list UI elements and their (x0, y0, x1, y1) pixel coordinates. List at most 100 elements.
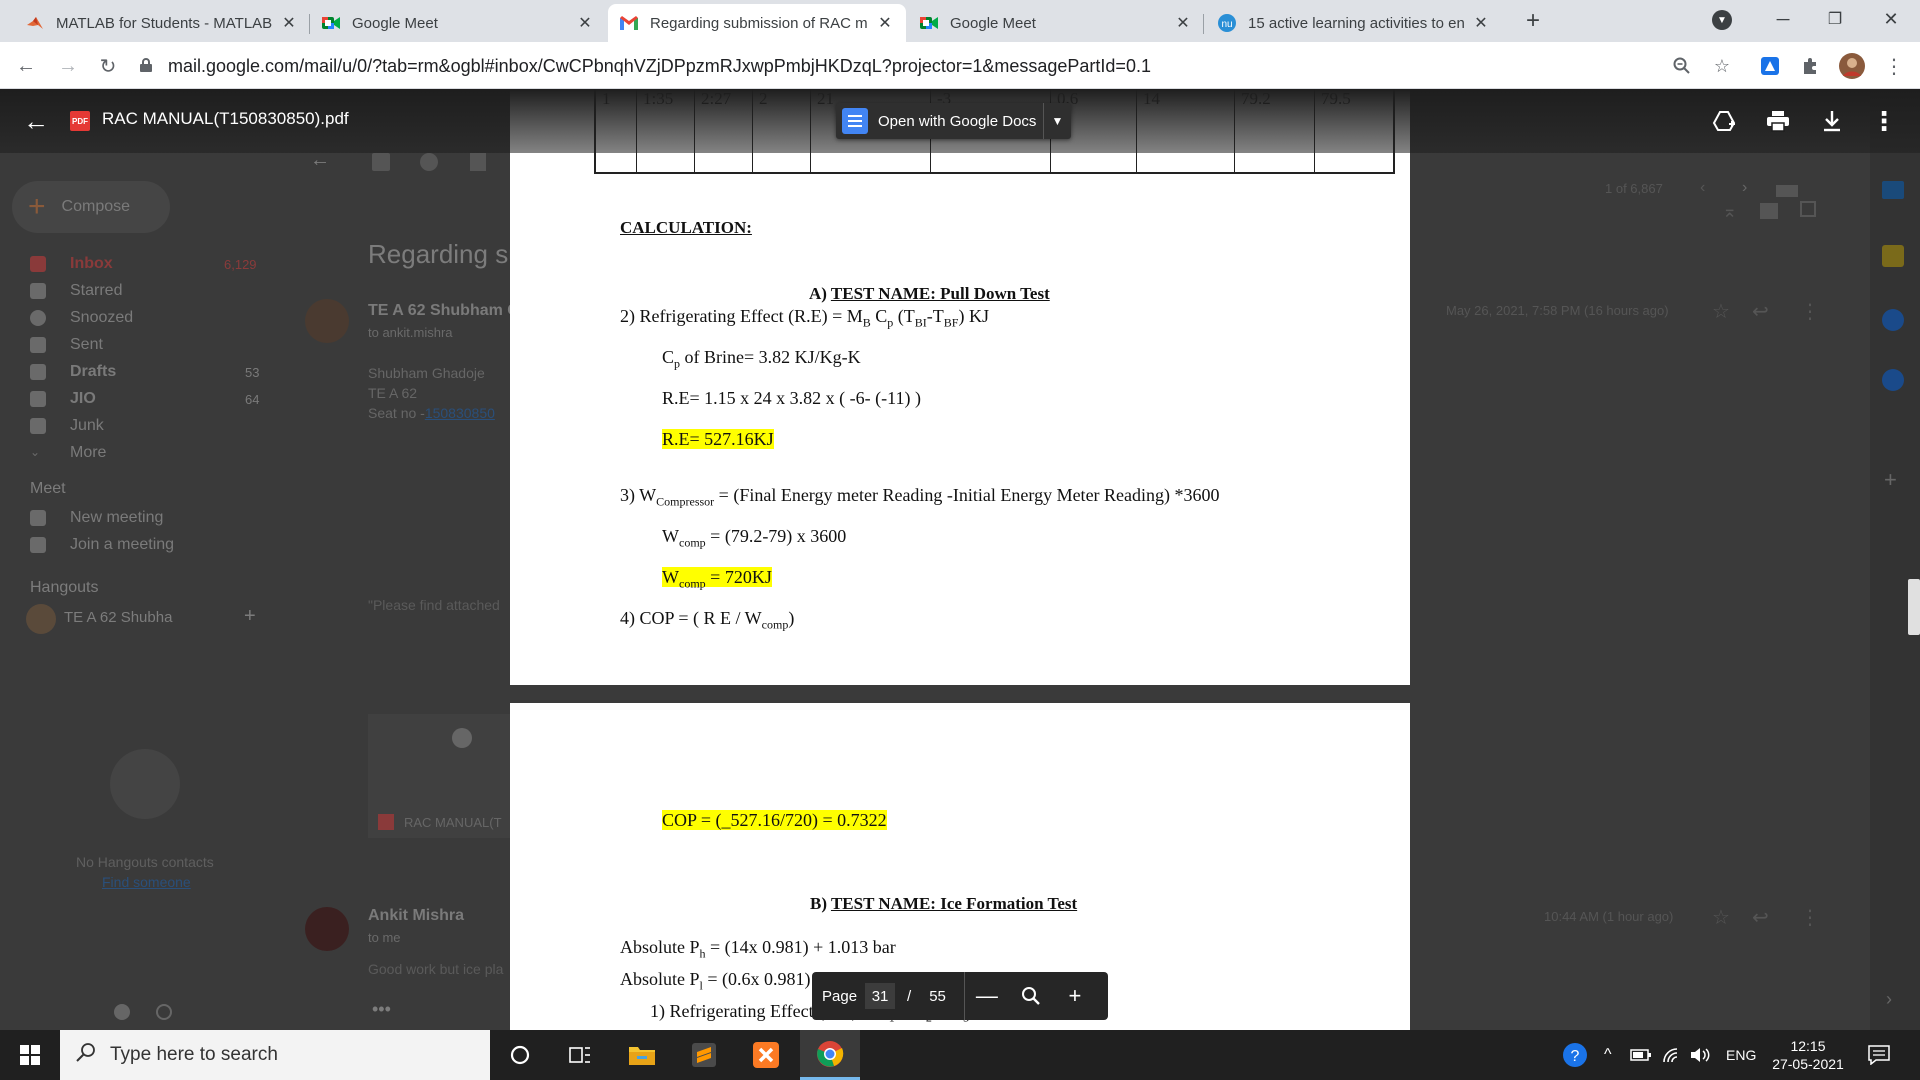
volume-icon[interactable] (1690, 1030, 1712, 1080)
msg1-more-icon[interactable]: ⋮ (1800, 299, 1820, 324)
xampp-icon[interactable] (736, 1030, 796, 1080)
extension-drive-icon[interactable] (1756, 52, 1784, 80)
nav-jio[interactable]: JIO (30, 390, 96, 408)
minimize-button[interactable]: ─ (1768, 4, 1798, 34)
close-tab-icon[interactable]: ✕ (1472, 13, 1490, 33)
contacts-addon-icon[interactable] (1882, 369, 1904, 391)
new-window-icon[interactable] (1800, 201, 1816, 217)
tasks-addon-icon[interactable] (1882, 309, 1904, 331)
zoom-in-icon[interactable]: + (1053, 983, 1097, 1009)
seat-number-link[interactable]: 150830850 (425, 405, 495, 421)
older-chevron-icon[interactable]: › (1742, 179, 1747, 197)
join-meeting-item[interactable]: Join a meeting (30, 536, 174, 554)
compose-button[interactable]: + Compose (12, 181, 170, 233)
keep-addon-icon[interactable] (1882, 245, 1904, 267)
download-icon[interactable] (1816, 105, 1848, 137)
nav-junk[interactable]: Junk (30, 417, 104, 435)
newer-chevron-icon[interactable]: ‹ (1700, 179, 1705, 197)
report-spam-icon[interactable] (420, 153, 438, 171)
address-bar[interactable]: mail.google.com/mail/u/0/?tab=rm&ogbl#in… (140, 48, 1700, 84)
nav-more[interactable]: ⌄ More (30, 444, 106, 462)
nav-starred[interactable]: Starred (30, 282, 122, 300)
close-tab-icon[interactable]: ✕ (280, 13, 298, 33)
zoom-out-icon[interactable]: — (965, 983, 1009, 1009)
add-hangout-icon[interactable]: + (244, 605, 256, 628)
add-to-drive-icon[interactable] (1708, 105, 1740, 137)
msg2-to[interactable]: to me (368, 930, 401, 945)
print-all-icon[interactable] (1760, 203, 1778, 219)
tab-gmail-active[interactable]: Regarding submission of RAC ma ✕ (608, 4, 906, 42)
calendar-addon-icon[interactable] (1882, 181, 1904, 199)
msg1-to[interactable]: to ankit.mishra (368, 325, 453, 340)
hide-panel-chevron-icon[interactable]: › (1886, 989, 1892, 1010)
scrollbar-thumb[interactable] (1908, 579, 1920, 635)
reload-icon[interactable]: ↻ (92, 50, 124, 82)
delete-icon[interactable] (470, 153, 486, 171)
file-explorer-icon[interactable] (612, 1030, 672, 1080)
nav-inbox[interactable]: Inbox (30, 255, 113, 273)
attachment-card[interactable]: RAC MANUAL(T (368, 714, 510, 838)
archive-icon[interactable] (372, 153, 390, 171)
battery-icon[interactable] (1630, 1030, 1652, 1080)
hangouts-icon[interactable] (156, 1004, 172, 1020)
close-tab-icon[interactable]: ✕ (876, 13, 894, 33)
nav-sent[interactable]: Sent (30, 336, 103, 354)
open-with-dropdown-icon[interactable]: ▼ (1043, 103, 1071, 139)
new-tab-button[interactable]: + (1520, 7, 1546, 34)
close-viewer-arrow-icon[interactable]: ← (20, 105, 52, 137)
show-trimmed-icon[interactable]: ••• (372, 999, 391, 1020)
forward-arrow-icon[interactable]: → (52, 50, 84, 82)
person-icon[interactable] (114, 1004, 130, 1020)
back-arrow-icon[interactable]: ← (10, 50, 42, 82)
video-icon (30, 510, 46, 526)
more-actions-icon[interactable]: ⋮ (1868, 105, 1900, 137)
notifications-icon[interactable] (1868, 1030, 1890, 1080)
close-tab-icon[interactable]: ✕ (576, 13, 594, 33)
tab-search-icon[interactable]: ▼ (1712, 10, 1732, 30)
language-indicator[interactable]: ENG (1726, 1030, 1756, 1080)
cortana-icon[interactable] (490, 1030, 550, 1080)
bookmark-star-icon[interactable]: ☆ (1708, 52, 1736, 80)
compose-plus-icon: + (28, 190, 46, 223)
tab-google-meet-2[interactable]: Google Meet ✕ (908, 4, 1204, 42)
tab-title: MATLAB for Students - MATLAB & (56, 14, 272, 32)
cop-result: COP = (_527.16/720) = 0.7322 (662, 810, 887, 830)
msg1-star-icon[interactable]: ☆ (1712, 299, 1730, 324)
new-meeting-item[interactable]: New meeting (30, 509, 163, 527)
chrome-taskbar-icon[interactable] (800, 1030, 860, 1080)
clock[interactable]: 12:15 27-05-2021 (1768, 1030, 1848, 1080)
wifi-icon[interactable] (1662, 1030, 1682, 1080)
restore-button[interactable]: ❐ (1820, 4, 1850, 34)
input-tools-icon[interactable] (1776, 185, 1798, 197)
email-subject: Regarding su (368, 239, 523, 269)
hangout-contact[interactable]: TE A 62 Shubha (64, 609, 172, 626)
zoom-icon[interactable] (1668, 52, 1696, 80)
collapse-all-icon[interactable]: ⌅ (1722, 201, 1737, 222)
help-icon[interactable]: ? (1562, 1030, 1588, 1080)
find-someone-link[interactable]: Find someone (102, 874, 191, 890)
tab-matlab[interactable]: MATLAB for Students - MATLAB & ✕ (14, 4, 310, 42)
get-addons-icon[interactable]: + (1884, 467, 1897, 493)
profile-avatar-icon[interactable] (1838, 52, 1866, 80)
taskbar-search-box[interactable]: Type here to search (60, 1030, 490, 1080)
zoom-reset-magnifier-icon[interactable] (1009, 986, 1053, 1006)
show-hidden-icons-chevron-icon[interactable]: ^ (1604, 1030, 1612, 1080)
browser-menu-icon[interactable]: ⋮ (1880, 52, 1908, 80)
sublime-text-icon[interactable] (674, 1030, 734, 1080)
msg1-reply-icon[interactable]: ↩ (1752, 299, 1769, 324)
extensions-puzzle-icon[interactable] (1796, 52, 1824, 80)
msg2-more-icon[interactable]: ⋮ (1800, 905, 1820, 930)
open-with-google-docs-button[interactable]: Open with Google Docs ▼ (836, 103, 1071, 139)
close-tab-icon[interactable]: ✕ (1174, 13, 1192, 33)
windows-start-icon[interactable] (0, 1030, 60, 1080)
nav-snoozed[interactable]: Snoozed (30, 309, 133, 327)
tab-active-learning[interactable]: nu 15 active learning activities to en ✕ (1206, 4, 1502, 42)
tab-google-meet-1[interactable]: Google Meet ✕ (310, 4, 606, 42)
task-view-icon[interactable] (550, 1030, 610, 1080)
msg2-star-icon[interactable]: ☆ (1712, 905, 1730, 930)
close-window-button[interactable]: ✕ (1876, 4, 1906, 34)
current-page-input[interactable]: 31 (865, 983, 896, 1009)
nav-drafts[interactable]: Drafts (30, 363, 116, 381)
print-icon[interactable] (1762, 105, 1794, 137)
msg2-reply-icon[interactable]: ↩ (1752, 905, 1769, 930)
